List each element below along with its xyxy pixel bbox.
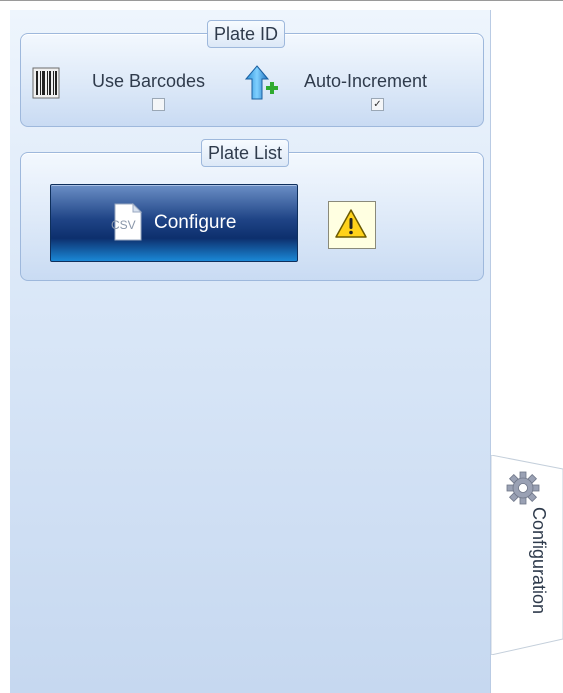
configure-label: Configure bbox=[154, 212, 237, 233]
auto-increment-checkbox[interactable]: ✓ bbox=[371, 98, 384, 111]
configuration-tab-label: Configuration bbox=[529, 507, 549, 615]
gear-icon bbox=[506, 471, 540, 505]
top-border bbox=[0, 0, 563, 1]
configure-button[interactable]: CSV Configure bbox=[50, 184, 298, 262]
plate-list-group: Plate List CSV Configure bbox=[20, 139, 484, 281]
warning-icon bbox=[335, 209, 367, 238]
plate-id-group: Plate ID Use Barcodes Auto-Increment ✓ bbox=[20, 20, 484, 127]
csv-file-icon: CSV bbox=[111, 203, 143, 241]
configuration-side-tab[interactable]: Configuration bbox=[491, 455, 563, 655]
auto-increment-icon bbox=[245, 65, 278, 100]
plate-id-title: Plate ID bbox=[207, 20, 286, 48]
svg-text:CSV: CSV bbox=[111, 218, 136, 232]
auto-increment-label: Auto-Increment bbox=[304, 71, 428, 91]
plate-list-title: Plate List bbox=[201, 139, 290, 167]
use-barcodes-checkbox[interactable] bbox=[152, 98, 165, 111]
warning-button[interactable] bbox=[328, 201, 376, 249]
barcode-icon bbox=[32, 67, 60, 99]
configuration-panel: Plate ID Use Barcodes Auto-Increment ✓ P… bbox=[10, 10, 491, 693]
use-barcodes-label: Use Barcodes bbox=[92, 71, 206, 91]
